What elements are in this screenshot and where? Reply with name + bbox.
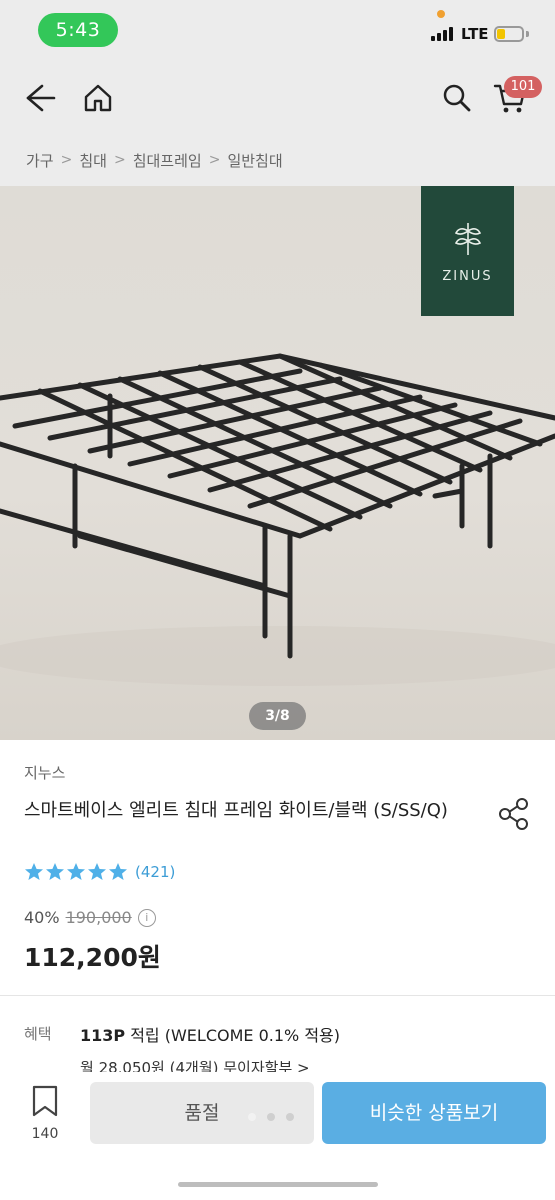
home-icon[interactable] [78,78,118,118]
breadcrumb: 가구 > 침대 > 침대프레임 > 일반침대 [0,134,555,186]
info-icon[interactable]: i [137,908,156,927]
points-description: 적립 (WELCOME 0.1% 적용) [125,1026,341,1045]
privacy-indicator-icon [437,10,445,18]
pager-dot [286,1113,294,1121]
status-time: 5:43 [38,13,118,47]
pager-dot [267,1113,275,1121]
brand-logo-text: ZINUS [442,268,493,284]
price-row: 40% 190,000 i [24,908,156,927]
signal-icon [431,27,457,41]
breadcrumb-item[interactable]: 가구 [26,150,54,171]
benefit-label: 혜택 [24,1025,52,1043]
star-icon [88,863,106,880]
cart-count-badge: 101 [504,76,542,98]
divider [0,995,555,996]
chevron-right-icon: > [208,152,221,168]
chevron-right-icon: > [60,152,73,168]
brand-logo: ZINUS [421,186,514,316]
star-icon [109,863,127,880]
app-header: 101 [0,62,555,134]
back-icon[interactable] [20,78,60,118]
benefit-points: 113P 적립 (WELCOME 0.1% 적용) [80,1022,340,1046]
breadcrumb-item[interactable]: 침대프레임 [133,150,202,171]
pager-dot [248,1113,256,1121]
review-count[interactable]: (421) [135,863,175,881]
sale-price: 112,200원 [24,943,161,972]
image-counter: 3/8 [249,702,306,730]
product-image-gallery[interactable]: ZINUS 3/8 [0,186,555,740]
battery-icon [494,26,524,42]
star-icon [46,863,64,880]
wishlist-button[interactable]: 140 [22,1084,68,1142]
breadcrumb-item[interactable]: 침대 [79,150,107,171]
battery-cap [526,31,529,37]
bookmark-icon [32,1085,58,1117]
wishlist-count: 140 [31,1126,59,1142]
original-price: 190,000 [65,908,132,927]
star-icon [25,863,43,880]
leaf-logo-icon [454,222,481,255]
search-icon[interactable] [437,78,477,118]
star-icon [67,863,85,880]
product-title: 스마트베이스 엘리트 침대 프레임 화이트/블랙 (S/SS/Q) [24,800,448,821]
share-icon[interactable] [496,796,532,832]
home-indicator [178,1182,378,1187]
pager-dots [248,1113,294,1121]
discount-rate: 40% [24,908,60,927]
similar-products-button[interactable]: 비슷한 상품보기 [322,1082,546,1144]
points-value: 113P [80,1026,126,1045]
breadcrumb-item[interactable]: 일반침대 [227,150,282,171]
product-brand[interactable]: 지누스 [24,762,65,783]
chevron-right-icon: > [113,152,126,168]
status-bar: 5:43 LTE [0,0,555,62]
network-label: LTE [461,25,489,43]
bottom-action-bar: 140 품절 비슷한 상품보기 [0,1072,555,1200]
product-rating[interactable]: (421) [24,862,175,882]
